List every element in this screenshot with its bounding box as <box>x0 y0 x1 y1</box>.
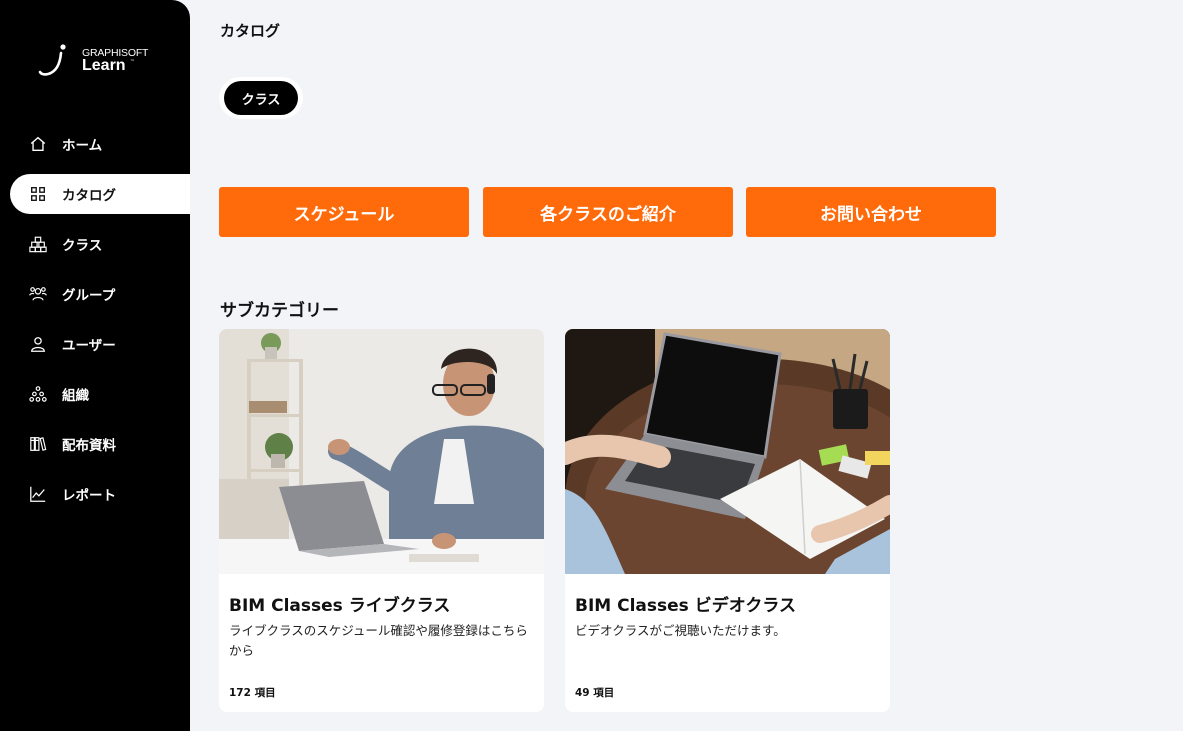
nav-item-classes[interactable]: クラス <box>10 224 190 264</box>
card-description: ビデオクラスがご視聴いただけます。 <box>575 623 786 638</box>
user-icon <box>28 334 48 354</box>
books-icon <box>28 434 48 454</box>
nav-item-reports[interactable]: レポート <box>10 474 190 514</box>
chart-line-icon <box>28 484 48 504</box>
card-item-count: 172 項目 <box>229 687 276 699</box>
grid-icon <box>28 184 48 204</box>
card-item-count: 49 項目 <box>575 687 615 699</box>
nav-item-groups[interactable]: グループ <box>10 274 190 314</box>
logo-tm: ™ <box>130 59 135 65</box>
nav-item-users[interactable]: ユーザー <box>10 324 190 364</box>
page-title: カタログ <box>220 22 281 40</box>
nav-label: ホーム <box>62 138 103 154</box>
logo-product-text: Learn <box>82 57 126 74</box>
card-image-video <box>565 329 890 574</box>
cubes-icon <box>28 234 48 254</box>
contact-button[interactable]: お問い合わせ <box>746 187 996 237</box>
nav-label: 配布資料 <box>62 438 116 454</box>
class-introduction-button[interactable]: 各クラスのご紹介 <box>483 187 733 237</box>
nav-label: 組織 <box>62 388 89 404</box>
section-title: サブカテゴリー <box>220 301 339 321</box>
nav-item-materials[interactable]: 配布資料 <box>10 424 190 464</box>
org-chart-icon <box>28 384 48 404</box>
card-description: ライブクラスのスケジュール確認や履修登録はこちらから <box>229 623 528 658</box>
home-icon <box>28 134 48 154</box>
logo-mark-icon <box>38 44 66 76</box>
subcategory-card-live[interactable]: BIM Classes ライブクラス ライブクラスのスケジュール確認や履修登録は… <box>219 329 544 712</box>
filter-pill-container: クラス <box>219 77 303 119</box>
subcategory-card-video[interactable]: BIM Classes ビデオクラス ビデオクラスがご視聴いただけます。 49 … <box>565 329 890 712</box>
nav-item-catalog[interactable]: カタログ <box>10 174 190 214</box>
nav-item-home[interactable]: ホーム <box>10 124 190 164</box>
nav-label: クラス <box>62 238 103 254</box>
schedule-button[interactable]: スケジュール <box>219 187 469 237</box>
nav-label: レポート <box>62 488 116 504</box>
card-image-live <box>219 329 544 574</box>
card-title: BIM Classes ライブクラス <box>229 596 451 616</box>
nav-label: カタログ <box>62 188 116 204</box>
sidebar: GRAPHISOFT Learn ™ ホーム カタログ クラス グループ ユーザ… <box>0 0 190 731</box>
nav-label: ユーザー <box>62 338 116 354</box>
nav-label: グループ <box>62 288 116 304</box>
group-icon <box>28 284 48 304</box>
nav-item-organization[interactable]: 組織 <box>10 374 190 414</box>
filter-pill-classes[interactable]: クラス <box>224 81 298 115</box>
graphisoft-learn-logo[interactable]: GRAPHISOFT Learn ™ <box>38 44 168 80</box>
card-title: BIM Classes ビデオクラス <box>575 596 797 616</box>
